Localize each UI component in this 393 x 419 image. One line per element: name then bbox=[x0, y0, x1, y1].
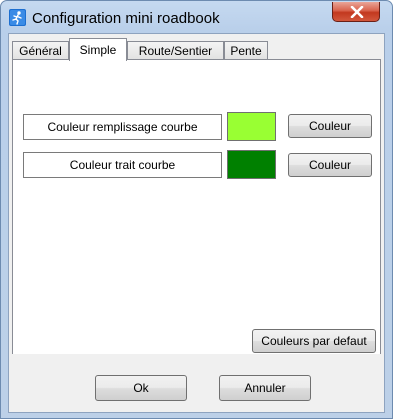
tab-route-sentier[interactable]: Route/Sentier bbox=[127, 41, 224, 60]
fill-color-button[interactable]: Couleur bbox=[288, 114, 372, 138]
window-title: Configuration mini roadbook bbox=[32, 10, 220, 27]
dialog-client-area: Général Simple Route/Sentier Pente Coule… bbox=[8, 33, 385, 413]
stroke-color-label: Couleur trait courbe bbox=[23, 152, 222, 178]
runner-app-icon bbox=[9, 9, 26, 26]
tab-pente[interactable]: Pente bbox=[224, 41, 268, 60]
fill-color-swatch bbox=[227, 112, 276, 141]
tab-strip: Général Simple Route/Sentier Pente bbox=[12, 38, 380, 61]
tab-simple[interactable]: Simple bbox=[69, 38, 127, 61]
fill-color-label: Couleur remplissage courbe bbox=[23, 114, 222, 140]
cancel-button[interactable]: Annuler bbox=[219, 375, 311, 401]
ok-button[interactable]: Ok bbox=[95, 375, 187, 401]
dialog-footer: Ok Annuler bbox=[9, 354, 384, 412]
tab-panel-simple: Couleur remplissage courbe Couleur Coule… bbox=[12, 59, 381, 355]
stroke-color-button[interactable]: Couleur bbox=[288, 153, 372, 177]
title-bar[interactable]: Configuration mini roadbook bbox=[1, 1, 392, 34]
dialog-window: Configuration mini roadbook Général Simp… bbox=[0, 0, 393, 419]
stroke-color-swatch bbox=[227, 150, 276, 179]
tab-general[interactable]: Général bbox=[12, 41, 69, 60]
close-icon bbox=[350, 6, 364, 18]
close-button[interactable] bbox=[332, 2, 380, 22]
default-colors-button[interactable]: Couleurs par defaut bbox=[252, 329, 376, 353]
